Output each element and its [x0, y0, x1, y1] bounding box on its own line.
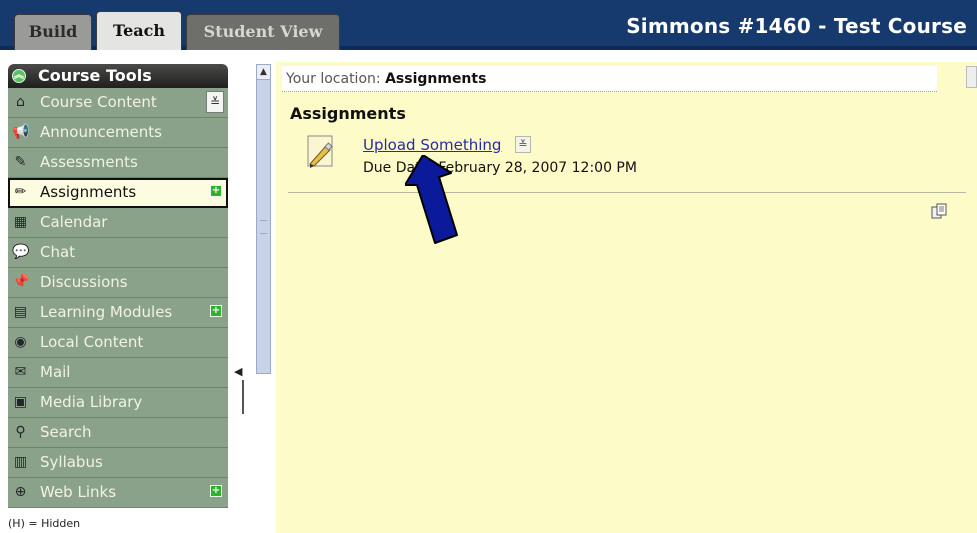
sidebar-item-label: Assessments	[40, 153, 138, 171]
scroll-up-icon[interactable]: ▲	[256, 64, 271, 80]
sidebar-item-label: Media Library	[40, 393, 143, 411]
sidebar-item-label: Course Content	[40, 93, 157, 111]
hidden-legend: (H) = Hidden	[8, 517, 81, 530]
sidebar-item-label: Mail	[40, 363, 71, 381]
sidebar-item-assignments[interactable]: ✏ Assignments +	[8, 178, 228, 208]
divider	[288, 192, 966, 193]
pencil-page-icon: ✏	[14, 184, 27, 200]
quiz-icon: ✎	[14, 154, 27, 170]
page-title: Assignments	[290, 104, 406, 123]
module-icon: ▤	[13, 304, 28, 320]
megaphone-icon: 📢	[12, 124, 30, 140]
cd-icon: ◉	[14, 334, 27, 350]
sidebar-item-syllabus[interactable]: ▥ Syllabus	[8, 448, 228, 478]
breadcrumb: Your location: Assignments	[282, 66, 937, 92]
sidebar-item-assessments[interactable]: ✎ Assessments	[8, 148, 228, 178]
chat-icon: 💬	[12, 244, 30, 260]
sidebar-item-learning-modules[interactable]: ▤ Learning Modules +	[8, 298, 228, 328]
media-icon: ▣	[13, 394, 28, 410]
home-icon: ⌂	[16, 94, 25, 110]
sidebar-item-label: Web Links	[40, 483, 117, 501]
breadcrumb-current: Assignments	[385, 71, 487, 87]
course-title: Simmons #1460 - Test Course	[626, 14, 967, 38]
sidebar-item-label: Discussions	[40, 273, 128, 291]
main-content: Your location: Assignments Assignments U…	[276, 62, 977, 533]
globe-icon: ⊕	[14, 484, 27, 500]
course-tools-label: Course Tools	[38, 66, 152, 85]
add-learning-modules-icon[interactable]: +	[210, 305, 222, 317]
sidebar-item-label: Announcements	[40, 123, 162, 141]
scroll-grip-icon	[260, 220, 267, 234]
calendar-icon: ▦	[13, 214, 28, 230]
sidebar-scrollbar[interactable]	[256, 64, 271, 374]
annotation-arrow	[405, 155, 458, 244]
tab-student-view[interactable]: Student View	[186, 14, 340, 50]
copy-icon[interactable]	[930, 202, 948, 220]
sidebar-item-announcements[interactable]: 📢 Announcements	[8, 118, 228, 148]
sidebar-item-media-library[interactable]: ▣ Media Library	[8, 388, 228, 418]
content-scroll-up[interactable]	[966, 66, 977, 88]
panel-splitter[interactable]	[242, 380, 244, 414]
sidebar-item-label: Learning Modules	[40, 303, 173, 321]
sidebar-item-label: Syllabus	[40, 453, 103, 471]
magnifier-icon: ⚲	[15, 424, 26, 440]
assignment-link[interactable]: Upload Something	[363, 136, 501, 154]
pushpin-icon: 📌	[12, 274, 30, 290]
sidebar-item-local-content[interactable]: ◉ Local Content	[8, 328, 228, 358]
breadcrumb-prefix: Your location:	[286, 71, 381, 87]
tab-build[interactable]: Build	[14, 14, 92, 50]
sidebar-item-chat[interactable]: 💬 Chat	[8, 238, 228, 268]
collapse-up-icon[interactable]: ︽	[12, 69, 26, 83]
collapse-left-icon[interactable]: ◀	[234, 366, 242, 378]
top-banner: Build Teach Student View Simmons #1460 -…	[0, 0, 977, 50]
sidebar-item-calendar[interactable]: ▦ Calendar	[8, 208, 228, 238]
sidebar-item-label: Assignments	[40, 183, 137, 201]
sidebar-item-label: Chat	[40, 243, 76, 261]
syllabus-icon: ▥	[13, 454, 28, 470]
sidebar-item-search[interactable]: ⚲ Search	[8, 418, 228, 448]
sidebar-item-label: Local Content	[40, 333, 144, 351]
sidebar-item-discussions[interactable]: 📌 Discussions	[8, 268, 228, 298]
sidebar-item-label: Calendar	[40, 213, 108, 231]
tab-teach[interactable]: Teach	[96, 11, 182, 50]
assignment-icon	[307, 135, 333, 168]
course-tools-header[interactable]: ︽ Course Tools	[8, 64, 228, 88]
course-tools-list: ⌂ Course Content ≚ 📢 Announcements ✎ Ass…	[8, 88, 228, 508]
envelope-icon: ✉	[14, 364, 27, 380]
sidebar-item-web-links[interactable]: ⊕ Web Links +	[8, 478, 228, 508]
add-web-links-icon[interactable]: +	[210, 485, 222, 497]
action-menu-icon[interactable]: ≚	[515, 136, 531, 153]
sidebar-item-mail[interactable]: ✉ Mail	[8, 358, 228, 388]
sidebar-item-label: Search	[40, 423, 92, 441]
sidebar: ︽ Course Tools ⌂ Course Content ≚ 📢 Anno…	[0, 54, 230, 533]
add-assignments-icon[interactable]: +	[210, 185, 222, 197]
sidebar-item-course-content[interactable]: ⌂ Course Content ≚	[8, 88, 228, 118]
chevron-down-icon[interactable]: ≚	[206, 91, 224, 113]
